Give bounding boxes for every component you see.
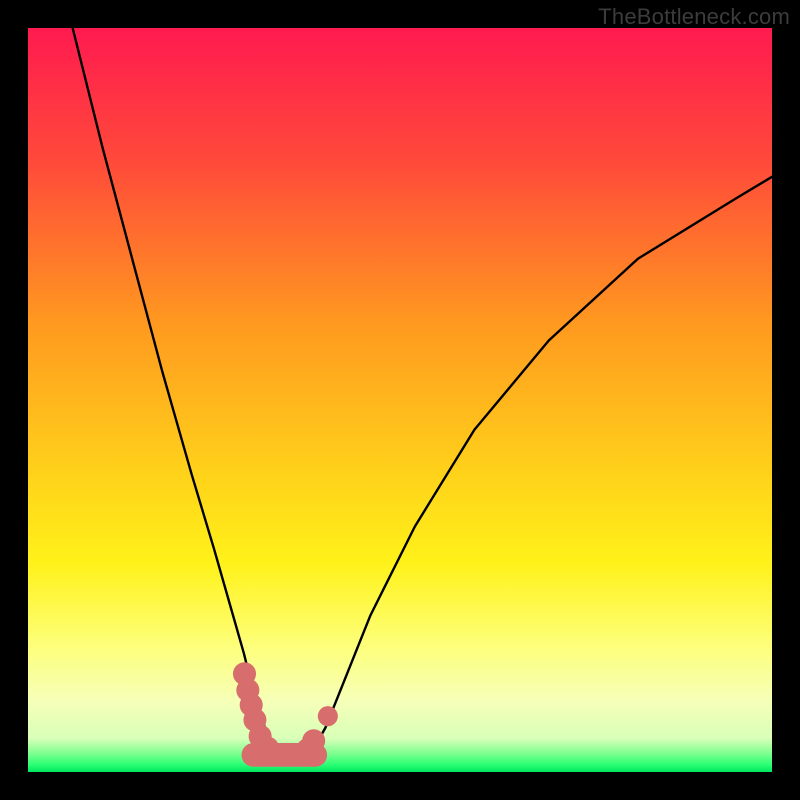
chart-frame: TheBottleneck.com bbox=[0, 0, 800, 800]
highlight-dot bbox=[302, 729, 325, 752]
highlight-dot bbox=[318, 706, 338, 726]
highlight-dot bbox=[256, 737, 279, 760]
watermark-text: TheBottleneck.com bbox=[598, 4, 790, 30]
gradient-background bbox=[28, 28, 772, 772]
plot-area bbox=[28, 28, 772, 772]
chart-svg bbox=[28, 28, 772, 772]
